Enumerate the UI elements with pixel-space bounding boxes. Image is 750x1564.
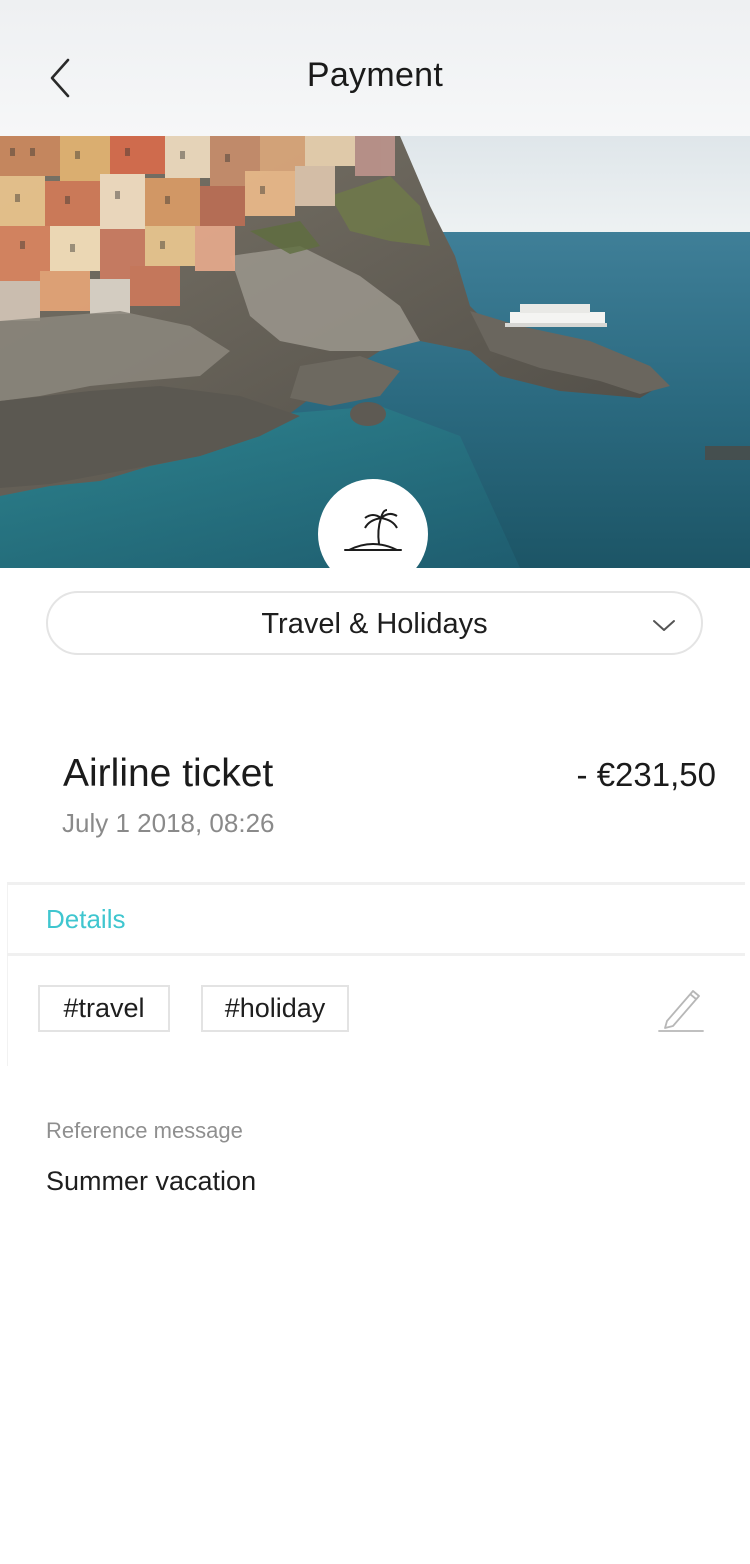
top-bar: Payment bbox=[0, 0, 750, 136]
transaction-title: Airline ticket bbox=[63, 752, 274, 795]
tags-border bbox=[7, 956, 8, 1066]
category-badge bbox=[318, 479, 428, 589]
edit-tags-button[interactable] bbox=[655, 983, 707, 1035]
transaction-date: July 1 2018, 08:26 bbox=[62, 808, 275, 838]
category-dropdown[interactable]: Travel & Holidays bbox=[46, 591, 703, 655]
reference-value: Summer vacation bbox=[46, 1166, 257, 1196]
section-divider bbox=[7, 882, 745, 885]
transaction-amount: - €231,50 bbox=[576, 756, 716, 793]
section-divider bbox=[7, 953, 745, 956]
chevron-down-icon bbox=[649, 613, 679, 637]
tab-details[interactable]: Details bbox=[46, 904, 125, 935]
category-selected-label: Travel & Holidays bbox=[261, 608, 488, 640]
reference-label: Reference message bbox=[46, 1118, 243, 1143]
pencil-icon bbox=[655, 990, 707, 1039]
palm-island-icon bbox=[343, 508, 403, 561]
tag-chip[interactable]: #holiday bbox=[201, 985, 349, 1032]
page-title: Payment bbox=[306, 56, 444, 94]
details-border bbox=[7, 885, 8, 953]
tag-chip[interactable]: #travel bbox=[38, 985, 170, 1032]
